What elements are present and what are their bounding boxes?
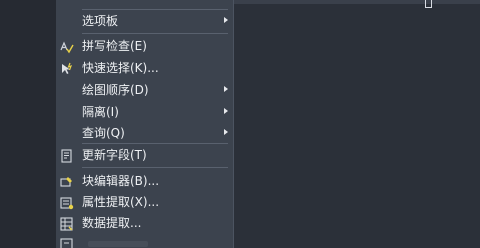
menu-item-data-link[interactable] <box>56 234 233 248</box>
menu-separator <box>82 167 228 168</box>
data-link-icon <box>60 237 74 248</box>
menu-item-label: 块编辑器(B)... <box>82 174 160 188</box>
app-canvas: 选项板 拼写检查(E) 快速选择(K)... 绘图顺序(D) 隔离(I) 查询(… <box>0 0 480 248</box>
submenu-arrow-icon <box>224 86 228 92</box>
left-panel <box>0 0 56 248</box>
menu-separator <box>82 9 228 10</box>
drawing-area[interactable] <box>234 0 480 248</box>
menu-item-label: 数据提取... <box>82 216 142 230</box>
menu-item-block-editor[interactable]: 块编辑器(B)... <box>56 171 233 192</box>
menu-item-label: 选项板 <box>82 14 119 28</box>
menu-item-label: 绘图顺序(D) <box>82 83 149 97</box>
menu-item-label: 属性提取(X)... <box>82 195 160 209</box>
menu-item-update-field[interactable]: 更新字段(T) <box>56 145 233 166</box>
submenu-arrow-icon <box>224 129 228 135</box>
block-editor-icon <box>60 174 74 188</box>
menu-separator <box>82 143 228 144</box>
menu-item-label: 快速选择(K)... <box>82 61 159 75</box>
submenu-arrow-icon <box>224 108 228 114</box>
top-toolbar-strip <box>234 0 480 4</box>
menu-item-label: 隔离(I) <box>82 105 119 119</box>
context-menu: 选项板 拼写检查(E) 快速选择(K)... 绘图顺序(D) 隔离(I) 查询(… <box>56 0 234 248</box>
menu-item-palettes[interactable]: 选项板 <box>56 11 233 32</box>
menu-separator <box>82 33 228 34</box>
menu-item-label: 更新字段(T) <box>82 148 147 162</box>
quick-select-icon <box>60 61 74 75</box>
menu-item-quick-select[interactable]: 快速选择(K)... <box>56 58 233 79</box>
spell-check-icon <box>60 39 74 54</box>
menu-item-attribute-extract[interactable]: 属性提取(X)... <box>56 192 233 213</box>
menu-item-inquiry[interactable]: 查询(Q) <box>56 123 233 144</box>
submenu-arrow-icon <box>224 17 228 23</box>
menu-item-label: 查询(Q) <box>82 126 125 140</box>
cursor-crosshair-icon <box>425 0 432 8</box>
menu-item-draw-order[interactable]: 绘图顺序(D) <box>56 80 233 101</box>
obscured-label <box>88 241 148 247</box>
menu-item-spell-check[interactable]: 拼写检查(E) <box>56 36 233 57</box>
menu-item-isolate[interactable]: 隔离(I) <box>56 102 233 123</box>
attribute-extract-icon <box>60 195 74 210</box>
data-extract-icon <box>60 216 74 231</box>
update-field-icon <box>60 148 74 163</box>
menu-item-data-extract[interactable]: 数据提取... <box>56 213 233 234</box>
menu-item-label: 拼写检查(E) <box>82 39 147 53</box>
